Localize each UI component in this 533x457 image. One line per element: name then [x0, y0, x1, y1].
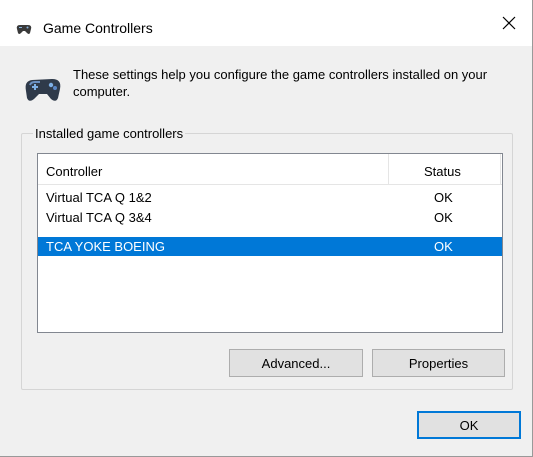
- game-controllers-dialog: Game Controllers These settings help you…: [0, 0, 533, 457]
- close-icon: [502, 16, 516, 30]
- controllers-list[interactable]: Controller Status Virtual TCA Q 1&2 OK V…: [37, 153, 503, 333]
- list-header: Controller Status: [38, 154, 502, 185]
- controller-name: Virtual TCA Q 1&2: [46, 190, 152, 205]
- close-button[interactable]: [486, 0, 532, 46]
- ok-button[interactable]: OK: [417, 411, 521, 439]
- controller-name: Virtual TCA Q 3&4: [46, 210, 152, 225]
- list-item[interactable]: Virtual TCA Q 1&2 OK: [38, 188, 502, 207]
- list-item-selected[interactable]: TCA YOKE BOEING OK: [38, 237, 502, 256]
- gamepad-icon: [25, 79, 61, 101]
- controller-name: TCA YOKE BOEING: [46, 239, 165, 254]
- window-title: Game Controllers: [43, 20, 153, 36]
- column-divider[interactable]: [500, 154, 501, 184]
- advanced-button[interactable]: Advanced...: [229, 349, 363, 377]
- controller-status: OK: [434, 239, 453, 254]
- column-divider[interactable]: [388, 154, 389, 184]
- list-item[interactable]: Virtual TCA Q 3&4 OK: [38, 208, 502, 227]
- column-header-controller[interactable]: Controller: [46, 164, 102, 179]
- properties-button[interactable]: Properties: [372, 349, 505, 377]
- controller-status: OK: [434, 190, 453, 205]
- title-bar[interactable]: Game Controllers: [0, 0, 532, 46]
- intro-text: These settings help you configure the ga…: [73, 67, 488, 99]
- gamepad-icon: [16, 25, 32, 34]
- group-label: Installed game controllers: [33, 126, 186, 141]
- controller-status: OK: [434, 210, 453, 225]
- column-header-status[interactable]: Status: [424, 164, 461, 179]
